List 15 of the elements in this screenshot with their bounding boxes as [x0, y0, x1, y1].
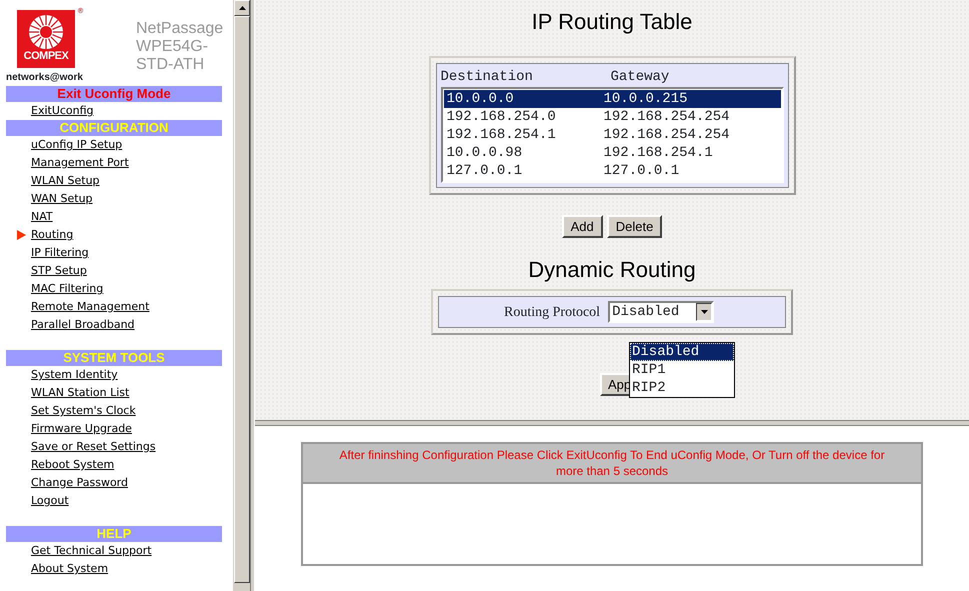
- section-title: Dynamic Routing: [528, 257, 696, 283]
- logo-text: COMPEX: [24, 51, 68, 62]
- column-header: Gateway: [610, 68, 670, 86]
- section-header: HELP: [6, 526, 222, 542]
- tagline: networks@work: [6, 72, 83, 83]
- section-header: SYSTEM TOOLS: [6, 350, 222, 366]
- field-label: Routing Protocol: [504, 304, 600, 322]
- product-name: STD-ATH: [136, 56, 206, 74]
- page-title: IP Routing Table: [532, 9, 692, 35]
- notice-text: After fininshing Configuration Please Click ExitUconfig To End uConfig Mode, Or Turn off the device for more than 5 seconds: [303, 444, 921, 484]
- section-header: Exit Uconfig Mode: [6, 86, 222, 102]
- product-name: NetPassage: [136, 20, 224, 38]
- column-header: Destination: [440, 68, 534, 86]
- product-name: WPE54G-: [136, 38, 210, 56]
- section-header: CONFIGURATION: [6, 120, 222, 136]
